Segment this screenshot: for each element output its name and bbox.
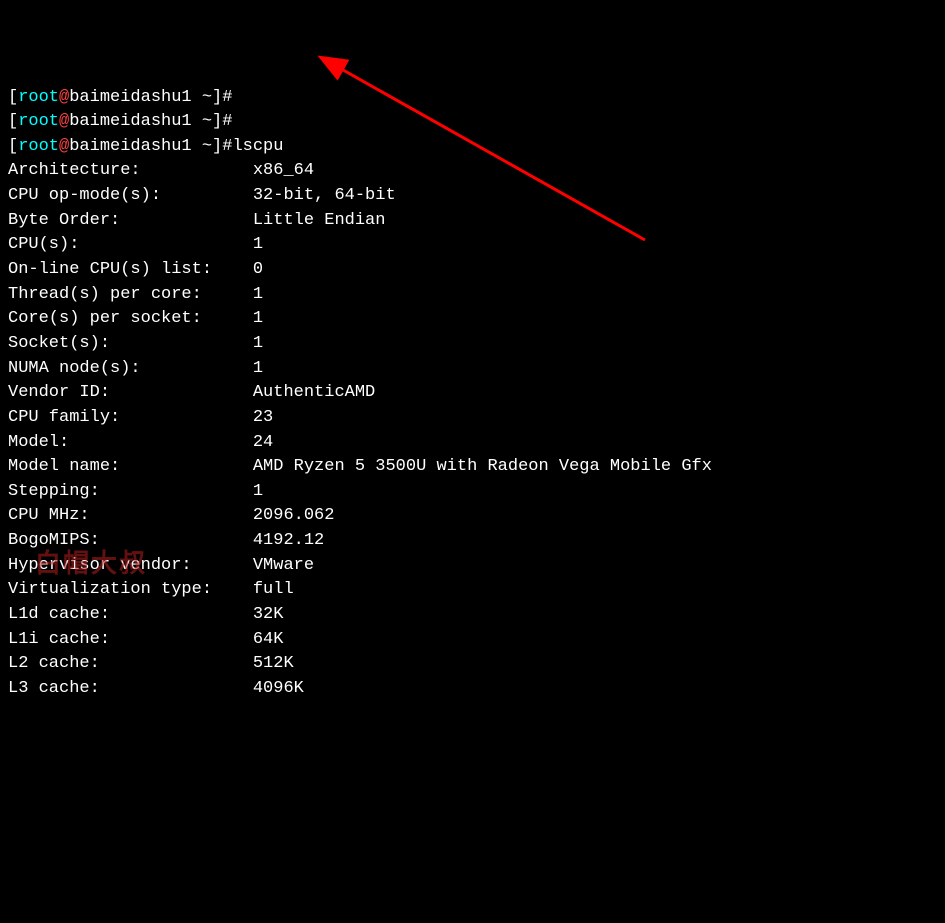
terminal-output[interactable]: [root@baimeidashu1 ~]#[root@baimeidashu1… — [8, 86, 937, 702]
output-value: 32K — [253, 603, 284, 628]
output-value: 1 — [253, 332, 263, 357]
output-row: Core(s) per socket: 1 — [8, 307, 937, 332]
output-value: 512K — [253, 652, 294, 677]
output-value: 4192.12 — [253, 529, 324, 554]
output-row: Virtualization type: full — [8, 578, 937, 603]
output-row: Model: 24 — [8, 431, 937, 456]
output-value: 64K — [253, 628, 284, 653]
output-row: CPU(s): 1 — [8, 233, 937, 258]
output-row: Model name: AMD Ryzen 5 3500U with Radeo… — [8, 455, 937, 480]
output-value: AMD Ryzen 5 3500U with Radeon Vega Mobil… — [253, 455, 712, 480]
output-row: L1d cache: 32K — [8, 603, 937, 628]
output-row: L3 cache: 4096K — [8, 677, 937, 702]
output-value: 1 — [253, 357, 263, 382]
output-key: Architecture: — [8, 159, 253, 184]
output-row: Socket(s): 1 — [8, 332, 937, 357]
output-row: On-line CPU(s) list: 0 — [8, 258, 937, 283]
output-key: L2 cache: — [8, 652, 253, 677]
output-key: Model: — [8, 431, 253, 456]
prompt-line: [root@baimeidashu1 ~]# — [8, 110, 937, 135]
output-row: CPU op-mode(s): 32-bit, 64-bit — [8, 184, 937, 209]
output-row: Vendor ID: AuthenticAMD — [8, 381, 937, 406]
output-value: 24 — [253, 431, 273, 456]
output-value: 0 — [253, 258, 263, 283]
output-row: BogoMIPS: 4192.12 — [8, 529, 937, 554]
output-value: 23 — [253, 406, 273, 431]
output-row: Byte Order: Little Endian — [8, 209, 937, 234]
output-value: 1 — [253, 480, 263, 505]
output-value: 1 — [253, 307, 263, 332]
output-key: Thread(s) per core: — [8, 283, 253, 308]
output-value: full — [253, 578, 294, 603]
output-row: CPU family: 23 — [8, 406, 937, 431]
output-value: 32-bit, 64-bit — [253, 184, 396, 209]
output-key: Stepping: — [8, 480, 253, 505]
output-value: 1 — [253, 233, 263, 258]
output-row: Hypervisor vendor: VMware — [8, 554, 937, 579]
output-value: VMware — [253, 554, 314, 579]
output-key: L3 cache: — [8, 677, 253, 702]
output-key: CPU family: — [8, 406, 253, 431]
output-row: L1i cache: 64K — [8, 628, 937, 653]
output-row: NUMA node(s): 1 — [8, 357, 937, 382]
output-key: Socket(s): — [8, 332, 253, 357]
output-key: L1d cache: — [8, 603, 253, 628]
output-value: 2096.062 — [253, 504, 335, 529]
output-row: Stepping: 1 — [8, 480, 937, 505]
output-key: Model name: — [8, 455, 253, 480]
output-key: L1i cache: — [8, 628, 253, 653]
output-row: Thread(s) per core: 1 — [8, 283, 937, 308]
output-value: x86_64 — [253, 159, 314, 184]
output-key: Core(s) per socket: — [8, 307, 253, 332]
output-key: CPU op-mode(s): — [8, 184, 253, 209]
output-value: 4096K — [253, 677, 304, 702]
output-key: Vendor ID: — [8, 381, 253, 406]
output-key: On-line CPU(s) list: — [8, 258, 253, 283]
prompt-line-cut: [root@baimeidashu1 ~]# — [8, 86, 937, 111]
output-key: BogoMIPS: — [8, 529, 253, 554]
output-key: CPU(s): — [8, 233, 253, 258]
output-row: Architecture: x86_64 — [8, 159, 937, 184]
output-value: 1 — [253, 283, 263, 308]
output-key: NUMA node(s): — [8, 357, 253, 382]
output-key: CPU MHz: — [8, 504, 253, 529]
output-value: Little Endian — [253, 209, 386, 234]
output-key: Virtualization type: — [8, 578, 253, 603]
output-key: Byte Order: — [8, 209, 253, 234]
output-key: Hypervisor vendor: — [8, 554, 253, 579]
output-value: AuthenticAMD — [253, 381, 375, 406]
prompt-line: [root@baimeidashu1 ~]#lscpu — [8, 135, 937, 160]
output-row: L2 cache: 512K — [8, 652, 937, 677]
output-row: CPU MHz: 2096.062 — [8, 504, 937, 529]
